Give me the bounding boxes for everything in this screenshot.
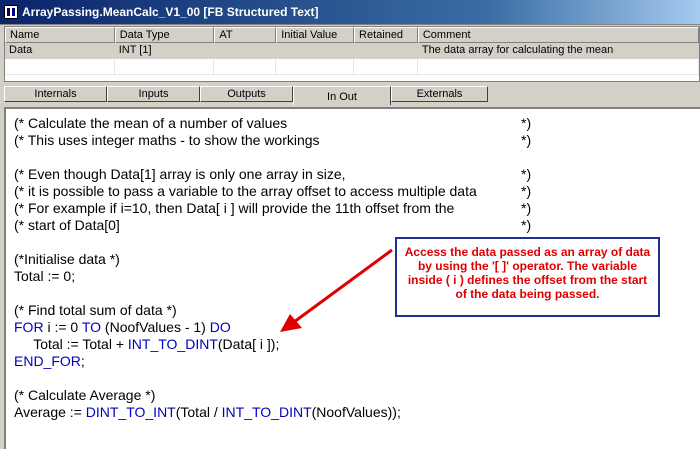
column-header-comment[interactable]: Comment xyxy=(417,27,699,43)
application-icon xyxy=(4,5,18,19)
empty-cell[interactable] xyxy=(276,59,355,75)
window-titlebar[interactable]: ArrayPassing.MeanCalc_V1_00 [FB Structur… xyxy=(0,0,700,25)
tab-in-out[interactable]: In Out xyxy=(293,86,391,105)
code-text: (Total / xyxy=(175,404,222,420)
variables-table: Name Data Type AT Initial Value Retained… xyxy=(4,26,700,82)
annotation-callout: Access the data passed as an array of da… xyxy=(395,237,660,317)
empty-cell[interactable] xyxy=(114,59,215,75)
tab-externals[interactable]: Externals xyxy=(391,86,488,102)
column-header-at[interactable]: AT xyxy=(214,27,277,43)
table-row[interactable]: Data INT [1] The data array for calculat… xyxy=(5,43,699,59)
keyword: END_FOR xyxy=(14,353,81,369)
cell-retained[interactable] xyxy=(354,43,418,59)
column-header-retained[interactable]: Retained xyxy=(354,27,418,43)
empty-cell[interactable] xyxy=(354,59,418,75)
tab-outputs[interactable]: Outputs xyxy=(200,86,293,102)
window-title: ArrayPassing.MeanCalc_V1_00 [FB Structur… xyxy=(22,5,319,19)
annotation-arrow-icon xyxy=(280,248,393,332)
empty-cell[interactable] xyxy=(5,59,115,75)
function-name: INT_TO_DINT xyxy=(127,336,218,352)
table-row-empty[interactable] xyxy=(5,59,700,75)
tab-internals[interactable]: Internals xyxy=(4,86,107,102)
column-header-name[interactable]: Name xyxy=(5,27,115,43)
function-name: INT_TO_DINT xyxy=(221,404,312,420)
cell-name[interactable]: Data xyxy=(5,43,115,59)
keyword: FOR xyxy=(14,319,44,335)
code-comment: (* start of Data[0] xyxy=(14,217,120,233)
code-text: (NoofValues)); xyxy=(311,404,401,420)
column-header-initial-value[interactable]: Initial Value xyxy=(276,27,355,43)
keyword: TO xyxy=(81,319,102,335)
empty-cell[interactable] xyxy=(417,59,700,75)
cell-at[interactable] xyxy=(214,43,276,59)
comment-end: *) xyxy=(521,132,532,148)
code-line: Total := 0; xyxy=(14,268,76,284)
keyword: DO xyxy=(209,319,231,335)
code-line-sum: Total := Total + INT_TO_DINT(Data[ i ]); xyxy=(14,336,279,353)
code-comment: (* Calculate Average *) xyxy=(14,387,156,403)
tab-inputs[interactable]: Inputs xyxy=(107,86,200,102)
code-text: Average := xyxy=(14,404,86,420)
comment-end: *) xyxy=(521,183,532,199)
code-comment: (* Find total sum of data *) xyxy=(14,302,177,318)
code-comment: (* Calculate the mean of a number of val… xyxy=(14,115,288,131)
variable-category-tabs: Internals Inputs Outputs In Out External… xyxy=(4,86,488,105)
comment-end: *) xyxy=(521,115,532,131)
comment-end: *) xyxy=(521,166,532,182)
code-comment: (* For example if i=10, then Data[ i ] w… xyxy=(14,200,455,216)
cell-data-type[interactable]: INT [1] xyxy=(115,43,215,59)
function-name: DINT_TO_INT xyxy=(85,404,176,420)
code-line-average: Average := DINT_TO_INT(Total / INT_TO_DI… xyxy=(14,404,401,421)
code-comment: (* This uses integer maths - to show the… xyxy=(14,132,320,148)
code-text: i := 0 xyxy=(43,319,82,335)
comment-end: *) xyxy=(521,200,532,216)
code-comment: (* Even though Data[1] array is only one… xyxy=(14,166,346,182)
table-header: Name Data Type AT Initial Value Retained… xyxy=(5,27,699,43)
code-line-end-for: END_FOR; xyxy=(14,353,85,370)
column-header-data-type[interactable]: Data Type xyxy=(114,27,215,43)
code-comment: (*Initialise data *) xyxy=(14,251,120,267)
code-text: (NoofValues - 1) xyxy=(101,319,210,335)
comment-end: *) xyxy=(521,217,532,233)
empty-cell[interactable] xyxy=(214,59,277,75)
cell-comment[interactable]: The data array for calculating the mean xyxy=(418,43,699,59)
code-line-for: FOR i := 0 TO (NoofValues - 1) DO xyxy=(14,319,231,336)
code-text: ; xyxy=(80,353,85,369)
code-comment: (* it is possible to pass a variable to … xyxy=(14,183,477,199)
code-text: Total := Total + xyxy=(14,336,128,352)
cell-initial-value[interactable] xyxy=(276,43,354,59)
